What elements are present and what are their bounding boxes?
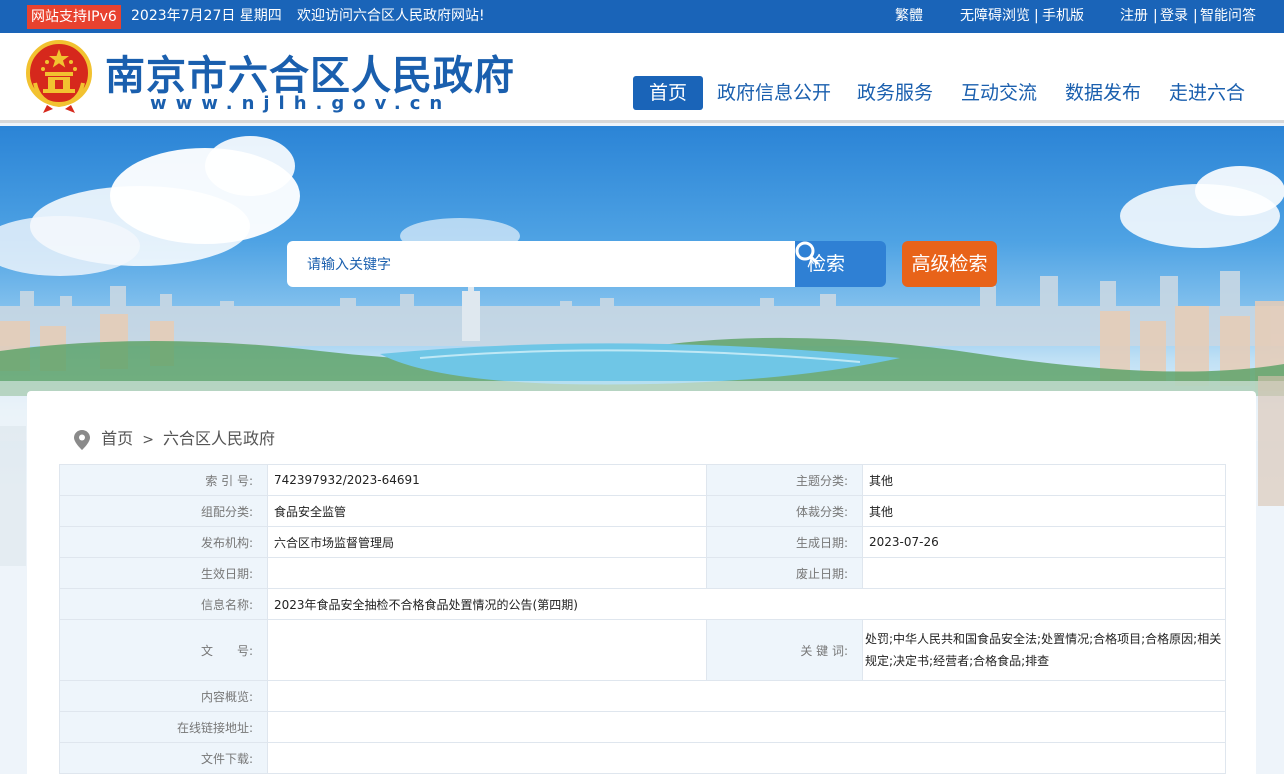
table-row: 在线链接地址: [59,711,1226,743]
info-title-value: 2023年食品安全抽检不合格食品处置情况的公告(第四期) [267,588,1226,620]
online-link-value[interactable] [267,711,1226,743]
index-label: 索 引 号: [59,464,268,496]
nav-data-release[interactable]: 数据发布 [1065,76,1141,110]
advanced-search-button[interactable]: 高级检索 [902,241,997,287]
topic-label: 主题分类: [706,464,863,496]
effective-date-value [267,557,707,589]
traditional-chinese-link[interactable]: 繁體 [895,0,923,33]
top-bar: 网站支持IPv6 2023年7月27日 星期四 欢迎访问六合区人民政府网站! 繁… [0,0,1284,33]
topic-value: 其他 [862,464,1226,496]
category-value: 食品安全监管 [267,495,707,527]
welcome-text: 欢迎访问六合区人民政府网站! [297,8,485,24]
login-link[interactable]: 登录 [1160,0,1188,33]
search-input[interactable] [287,241,797,287]
effective-date-label: 生效日期: [59,557,268,589]
keywords-value: 处罚;中华人民共和国食品安全法;处置情况;合格项目;合格原因;相关规定;决定书;… [862,619,1226,681]
site-header: 南京市六合区人民政府 www.njlh.gov.cn 首页 政府信息公开 政务服… [0,33,1284,123]
created-date-value: 2023-07-26 [862,526,1226,558]
search-button[interactable]: 检索 [795,241,886,287]
index-value: 742397932/2023-64691 [267,464,707,496]
smart-qa-link[interactable]: 智能问答 [1200,0,1256,33]
publisher-label: 发布机构: [59,526,268,558]
mobile-version-link[interactable]: 手机版 [1042,0,1084,33]
nav-gov-service[interactable]: 政务服务 [857,76,933,110]
table-row: 发布机构: 六合区市场监督管理局 生成日期: 2023-07-26 [59,526,1226,558]
breadcrumb: 首页 > 六合区人民政府 [74,425,275,450]
genre-value: 其他 [862,495,1226,527]
file-download-label: 文件下载: [59,742,268,774]
created-date-label: 生成日期: [706,526,863,558]
summary-label: 内容概览: [59,680,268,712]
ipv6-badge: 网站支持IPv6 [27,5,121,29]
location-pin-icon [74,429,90,450]
summary-value [267,680,1226,712]
table-row: 信息名称: 2023年食品安全抽检不合格食品处置情况的公告(第四期) [59,588,1226,620]
top-separator: | [1034,8,1039,24]
table-row: 内容概览: [59,680,1226,712]
nav-home[interactable]: 首页 [633,76,704,110]
table-row: 生效日期: 废止日期: [59,557,1226,589]
accessible-browse-link[interactable]: 无障碍浏览 [960,0,1030,33]
national-emblem-icon [26,40,92,113]
search-icon [795,241,819,265]
online-link-label: 在线链接地址: [59,711,268,743]
publisher-value: 六合区市场监督管理局 [267,526,707,558]
genre-label: 体裁分类: [706,495,863,527]
table-row: 文件下载: [59,742,1226,774]
top-separator: | [1153,8,1158,24]
nav-about-liuhe[interactable]: 走进六合 [1169,76,1245,110]
expiry-date-label: 废止日期: [706,557,863,589]
doc-number-value [267,619,707,681]
current-date: 2023年7月27日 星期四 [131,8,282,24]
table-row: 文 号: 关 键 词: 处罚;中华人民共和国食品安全法;处置情况;合格项目;合格… [59,619,1226,681]
info-title-label: 信息名称: [59,588,268,620]
expiry-date-value [862,557,1226,589]
doc-number-label: 文 号: [59,619,268,681]
top-separator: | [1193,8,1198,24]
table-row: 索 引 号: 742397932/2023-64691 主题分类: 其他 [59,464,1226,496]
nav-interaction[interactable]: 互动交流 [961,76,1037,110]
breadcrumb-current[interactable]: 六合区人民政府 [163,429,275,448]
table-row: 组配分类: 食品安全监管 体裁分类: 其他 [59,495,1226,527]
content-panel: 首页 > 六合区人民政府 索 引 号: 742397932/2023-64691… [27,391,1256,774]
keywords-label: 关 键 词: [706,619,863,681]
breadcrumb-home[interactable]: 首页 [101,429,133,448]
document-info-table: 索 引 号: 742397932/2023-64691 主题分类: 其他 组配分… [59,464,1226,774]
site-url: www.njlh.gov.cn [150,93,452,114]
breadcrumb-separator: > [142,431,154,448]
category-label: 组配分类: [59,495,268,527]
file-download-value[interactable] [267,742,1226,774]
register-link[interactable]: 注册 [1120,0,1148,33]
nav-gov-info[interactable]: 政府信息公开 [717,76,831,110]
